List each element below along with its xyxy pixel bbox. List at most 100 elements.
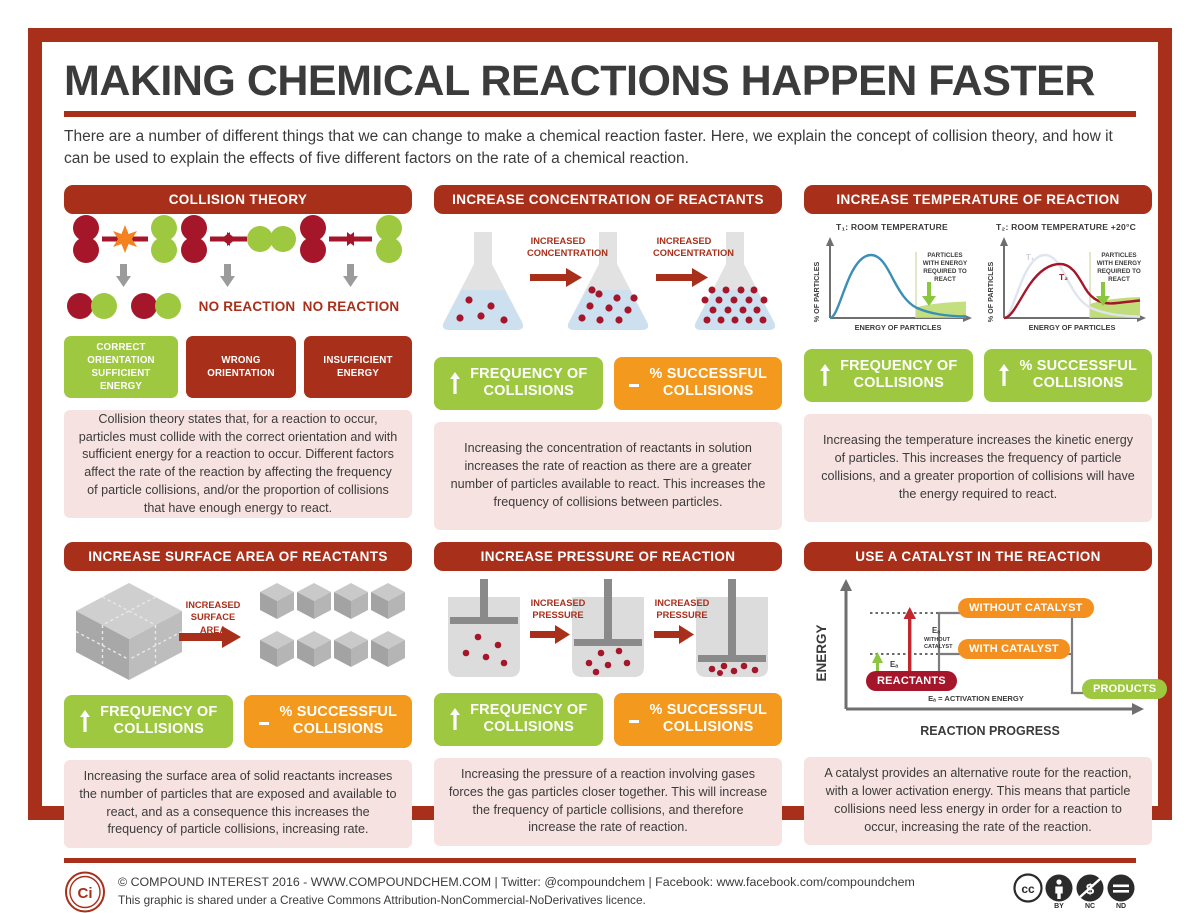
badge-frequency-of-collisions: FREQUENCY OF COLLISIONS [64,694,233,748]
page-subtitle: There are a number of different things t… [64,128,1113,168]
dash-icon [628,371,640,395]
arrow-label-line1: INCREASED [656,235,712,246]
badge-line-1: % SUCCESSFUL [649,365,768,382]
badge-percent-successful-collisions: % SUCCESSFUL COLLISIONS [243,694,412,748]
badge-line-2: COLLISIONS [483,719,575,736]
arrow-label-concentration-1: INCREASED CONCENTRATION [527,235,608,259]
panel-title-concentration: INCREASE CONCENTRATION OF REACTANTS [434,184,782,214]
svg-text:WITH ENERGY: WITH ENERGY [1097,260,1142,267]
label-reactants: REACTANTS [866,670,957,691]
badge-line-2: COLLISIONS [853,375,945,392]
footer: Ci © COMPOUND INTEREST 2016 - WWW.COMPOU… [64,863,1136,913]
badge-line-1: FREQUENCY OF [470,701,588,718]
svg-text:Eₐ: Eₐ [932,626,940,635]
caption-insufficient-energy: INSUFFICIENT ENERGY [304,335,412,399]
arrow-label-surface-area: INCREASED SURFACE AREA [177,599,249,637]
svg-text:REQUIRED TO: REQUIRED TO [1097,268,1141,275]
pressure-diagram: INCREASED PRESSURE INCREASED PRESSURE [434,575,782,693]
description-catalyst: A catalyst provides an alternative route… [804,756,1152,845]
svg-text:T₂: T₂ [1059,272,1068,282]
description-pressure: Increasing the pressure of a reaction in… [434,757,782,846]
svg-text:REACTION PROGRESS: REACTION PROGRESS [920,724,1060,738]
cc-icon: cc [1013,873,1043,903]
arrow-label-concentration-2: INCREASED CONCENTRATION [653,235,734,259]
svg-text:WITH ENERGY: WITH ENERGY [923,260,968,267]
badge-label: % SUCCESSFUL COLLISIONS [279,704,397,739]
badge-line-2: COLLISIONS [292,721,384,738]
svg-text:cc: cc [1021,882,1035,896]
description-text: Increasing the surface area of solid rea… [79,768,397,837]
collision-theory-diagram: NO REACTION NO REACTION [64,214,412,332]
badge-label: FREQUENCY OF COLLISIONS [470,366,587,401]
dash-icon [628,707,640,731]
badge-label: FREQUENCY OF COLLISIONS [840,358,957,393]
collision-caption-badges: CORRECT ORIENTATION SUFFICIENT ENERGY WR… [64,335,412,399]
description-concentration: Increasing the concentration of reactant… [434,421,782,530]
badges-pressure: FREQUENCY OF COLLISIONS % SUCCESSFUL COL… [434,692,782,746]
no-reaction-label-1: NO REACTION [198,298,296,314]
svg-text:ENERGY OF PARTICLES: ENERGY OF PARTICLES [1029,323,1116,332]
nc-icon: $ NC [1075,873,1105,910]
svg-text:Ci: Ci [78,885,93,902]
footer-line-1: © COMPOUND INTEREST 2016 - WWW.COMPOUNDC… [118,875,915,890]
svg-text:ENERGY OF PARTICLES: ENERGY OF PARTICLES [855,323,942,332]
arrow-label-pressure-1: INCREASED PRESSURE [527,597,589,622]
arrow-label-line2: PRESSURE [532,610,584,621]
badge-percent-successful-collisions: % SUCCESSFUL COLLISIONS [983,348,1152,402]
badge-percent-successful-collisions: % SUCCESSFUL COLLISIONS [613,356,782,410]
badge-line-1: % SUCCESSFUL [279,703,398,720]
badge-line-1: FREQUENCY OF [470,365,588,382]
by-icon: BY [1044,873,1074,910]
label-without-catalyst: WITHOUT CATALYST [958,597,1094,618]
description-text: A catalyst provides an alternative route… [824,765,1132,834]
badge-frequency-of-collisions: FREQUENCY OF COLLISIONS [434,692,603,746]
poster-inner: MAKING CHEMICAL REACTIONS HAPPEN FASTER … [42,42,1168,912]
chart-t2: T₂: ROOM TEMPERATURE +20°C % OF PARTICLE… [982,222,1150,334]
arrow-up-icon [79,709,91,733]
badges-temperature: FREQUENCY OF COLLISIONS % SUCCESSFUL COL… [804,348,1152,402]
svg-text:REACT: REACT [934,276,956,283]
description-surface-area: Increasing the surface area of solid rea… [64,759,412,848]
badge-label: % SUCCESSFUL COLLISIONS [649,366,767,401]
description-collision-theory: Collision theory states that, for a reac… [64,410,412,519]
arrow-up-icon [449,707,461,731]
arrow-label-line2: PRESSURE [656,610,708,621]
dash-icon [258,709,270,733]
panel-grid: COLLISION THEORY NO REACTION NO REACTION… [64,184,1168,848]
chart-t2-title: T₂: ROOM TEMPERATURE +20°C [995,221,1137,232]
svg-text:Eₐ = ACTIVATION ENERGY: Eₐ = ACTIVATION ENERGY [928,694,1024,703]
svg-text:Eₐ: Eₐ [890,660,898,669]
nd-icon: ND [1106,873,1136,910]
creative-commons-license-icons: cc BY $ NC [1013,873,1136,910]
surface-area-diagram: INCREASED SURFACE AREA [64,577,412,695]
arrow-label-line1: INCREASED [654,597,710,608]
label-with-catalyst: WITH CATALYST [958,638,1070,659]
by-icon-label: BY [1054,903,1064,910]
description-temperature: Increasing the temperature increases the… [804,413,1152,522]
temperature-diagram: T₁: ROOM TEMPERATURE % OF PARTICLES ENER… [804,214,1152,349]
nd-icon-label: ND [1115,903,1127,910]
arrow-label-line2: CONCENTRATION [527,248,608,259]
nc-icon-label: NC [1084,903,1096,910]
caption-correct-orientation: CORRECT ORIENTATION SUFFICIENT ENERGY [64,335,178,399]
svg-text:ENERGY: ENERGY [814,624,829,681]
badge-label: % SUCCESSFUL COLLISIONS [649,702,767,737]
catalyst-diagram: Eₐ WITHOUT CATALYST Eₐ WITH CATALYST Eₐ … [804,575,1168,751]
svg-text:PARTICLES: PARTICLES [927,252,962,259]
svg-text:CATALYST: CATALYST [924,644,953,650]
panel-pressure: INCREASE PRESSURE OF REACTION INCREASED … [434,541,782,848]
chart-t1-title: T₁: ROOM TEMPERATURE [836,221,948,232]
title-divider [64,111,1136,117]
badge-line-2: COLLISIONS [662,719,754,736]
badge-line-2: COLLISIONS [1032,375,1124,392]
chart-t1: T₁: ROOM TEMPERATURE % OF PARTICLES ENER… [808,222,976,334]
arrow-label-line2: CONCENTRATION [653,248,734,259]
badge-line-2: COLLISIONS [113,721,205,738]
badge-line-2: COLLISIONS [662,383,754,400]
panel-catalyst: USE A CATALYST IN THE REACTION Eₐ WITHOU… [804,541,1168,848]
badge-label: FREQUENCY OF COLLISIONS [470,702,587,737]
badge-line-1: FREQUENCY OF [100,703,218,720]
panel-collision-theory: COLLISION THEORY NO REACTION NO REACTION… [64,184,412,530]
svg-text:% OF PARTICLES: % OF PARTICLES [812,261,821,322]
badges-concentration: FREQUENCY OF COLLISIONS % SUCCESSFUL COL… [434,356,782,410]
